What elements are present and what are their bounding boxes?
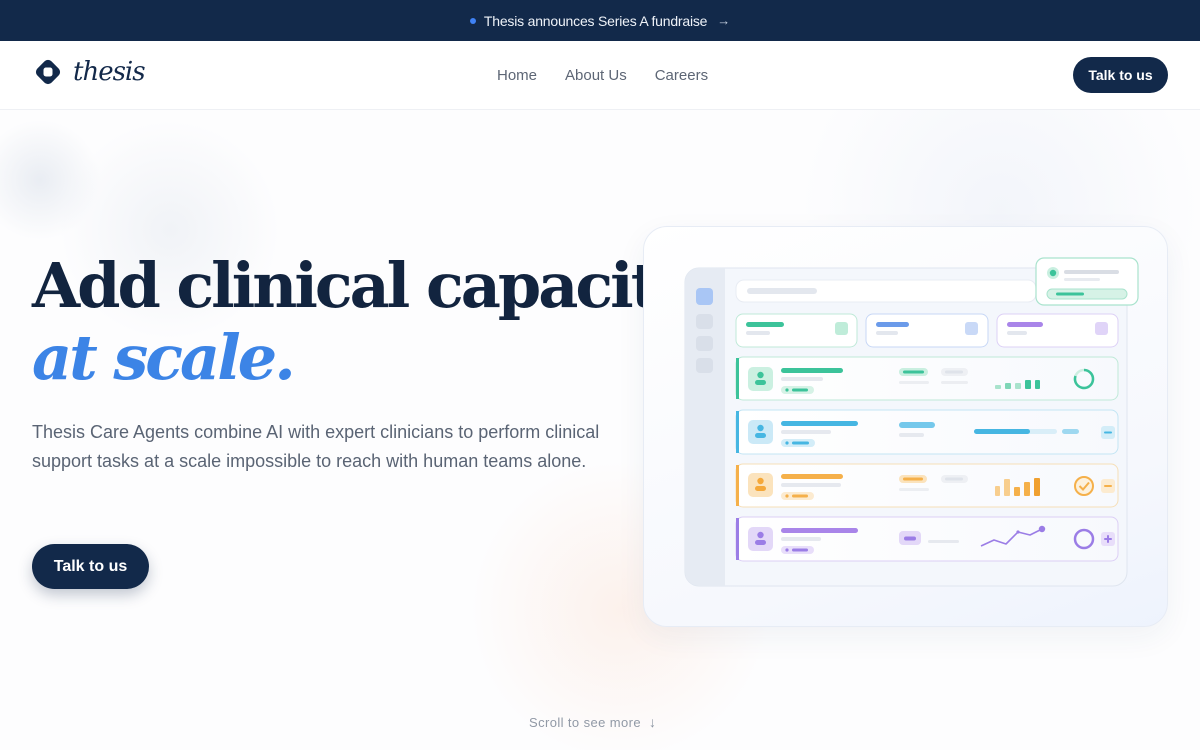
brand-logo[interactable]: thesis — [34, 57, 146, 87]
banner-dot-icon — [469, 17, 476, 24]
brand-wordmark: thesis — [73, 57, 146, 87]
headline-line-1: Add clinical capacity — [32, 249, 692, 322]
announcement-banner[interactable]: Thesis announces Series A fundraise → — [0, 0, 1200, 41]
hero-description: Thesis Care Agents combine AI with exper… — [32, 422, 600, 471]
thesis-logo-icon — [35, 59, 61, 85]
stat-card-blue — [865, 313, 989, 348]
stat-card-purple — [996, 313, 1119, 348]
agent-row-green — [735, 356, 1119, 401]
nav-links: Home About Us Careers — [497, 67, 708, 84]
hero-talk-to-us-button[interactable]: Talk to us — [32, 544, 149, 589]
nav-talk-to-us-button[interactable]: Talk to us — [1073, 57, 1168, 93]
agent-row-sky — [735, 409, 1119, 455]
scroll-hint-text: Scroll to see more — [529, 714, 641, 730]
stat-card-green — [735, 313, 858, 348]
banner-text[interactable]: Thesis announces Series A fundraise — [484, 13, 708, 29]
nav-link-careers[interactable]: Careers — [655, 67, 708, 84]
agent-row-purple — [735, 516, 1119, 562]
hero-headline: Add clinical capacity at scale. — [32, 249, 692, 394]
dashboard-illustration — [684, 257, 1139, 587]
arrow-right-icon: → — [717, 13, 731, 28]
top-navigation: thesis Home About Us Careers Talk to us — [0, 41, 1200, 110]
arrow-down-icon: ↓ — [648, 714, 657, 730]
notification-card — [1035, 257, 1139, 306]
product-illustration-card — [643, 226, 1168, 627]
nav-link-about-us[interactable]: About Us — [565, 67, 627, 84]
scroll-hint[interactable]: Scroll to see more ↓ — [529, 714, 656, 730]
agent-row-orange — [735, 463, 1119, 508]
nav-link-home[interactable]: Home — [497, 67, 537, 84]
headline-line-2: at scale. — [32, 321, 296, 394]
